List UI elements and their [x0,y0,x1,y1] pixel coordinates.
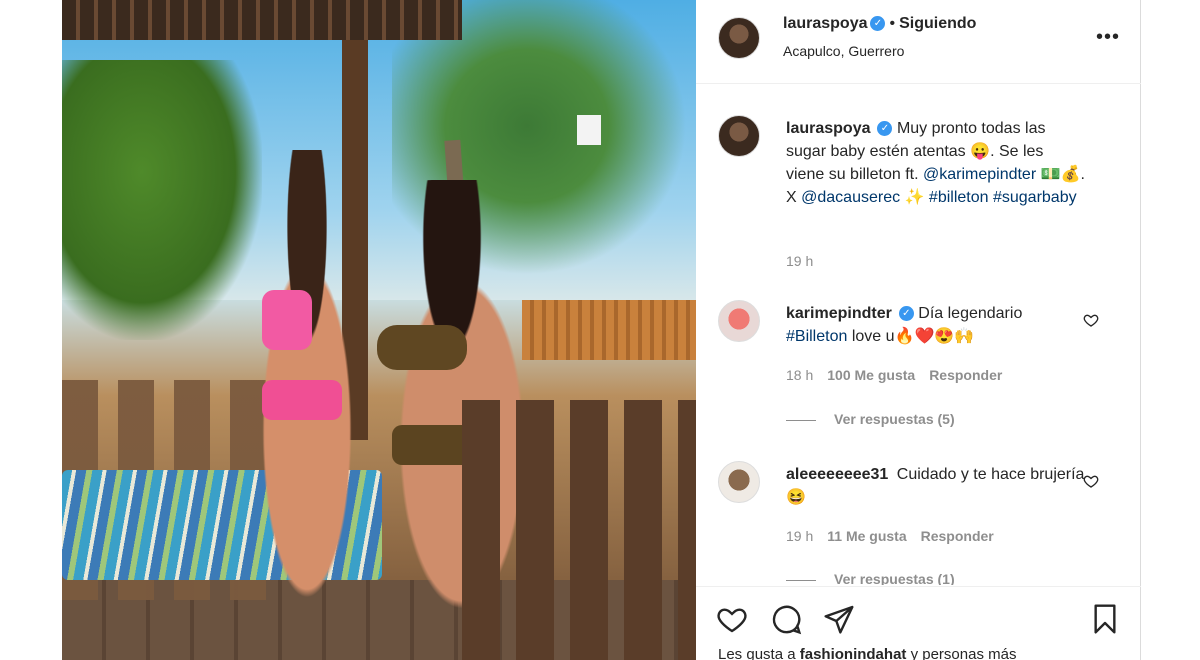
likes-summary[interactable]: Les gusta a fashionindahat y personas má… [718,646,1016,660]
verified-badge-icon: ✓ [877,121,893,137]
hashtag-link[interactable]: #sugarbaby [993,189,1077,206]
likes-prefix: Les gusta a [718,646,796,660]
comment-meta: 18 h 100 Me gusta Responder [786,367,1016,383]
more-options-icon[interactable]: ••• [1096,26,1120,49]
post-header: lauraspoya ✓ • Siguiendo Acapulco, Guerrero… [696,0,1141,84]
caption-text: lauraspoya ✓ Muy pronto todas las sugar b… [786,117,1086,209]
comment-body-2: love u [851,328,895,345]
comment-time[interactable]: 19 h [786,528,813,544]
comment-emoji: 🔥❤️😍🙌 [894,328,975,345]
hashtag-link[interactable]: #Billeton [786,328,847,345]
heart-icon[interactable] [716,603,750,637]
hashtag-link[interactable]: #billeton [929,189,989,206]
reply-button[interactable]: Responder [929,367,1002,383]
photo-pink-top [262,290,312,350]
commenter-avatar[interactable] [718,300,760,342]
comment-likes[interactable]: 100 Me gusta [827,367,915,383]
view-replies-button[interactable]: Ver respuestas (5) [786,411,955,427]
caption-emoji-3: ✨ [904,189,925,206]
comment-time[interactable]: 18 h [786,367,813,383]
photo-flag [577,115,601,145]
verified-badge-icon: ✓ [870,16,886,32]
mention-link[interactable]: @karimepindter [923,166,1036,183]
caption-emoji-2: 💵💰 [1040,166,1081,183]
replies-line [786,579,816,581]
comment-emoji: 😆 [786,489,806,506]
caption-avatar[interactable] [718,115,760,157]
author-avatar[interactable] [718,17,760,59]
caption-emoji-1: 😛 [970,143,991,160]
caption-time[interactable]: 19 h [786,253,813,269]
likes-user[interactable]: fashionindahat [800,646,907,660]
view-replies-label: Ver respuestas (5) [834,411,955,427]
post-photo[interactable] [62,0,696,660]
mention-link[interactable]: @dacauserec [801,189,900,206]
comments-section[interactable]: lauraspoya ✓ Muy pronto todas las sugar b… [696,85,1141,585]
comment-meta: 19 h 11 Me gusta Responder [786,528,1008,544]
likes-suffix: y personas más [910,646,1017,660]
comment-body: Cuidado y te hace brujería [896,466,1085,483]
author-username[interactable]: lauraspoya [783,15,867,32]
bookmark-icon[interactable] [1089,603,1123,637]
share-icon[interactable] [823,603,857,637]
view-replies-button[interactable]: Ver respuestas (1) [786,571,955,585]
caption-meta: 19 h [786,253,827,269]
replies-line [786,419,816,421]
following-button[interactable]: Siguiendo [899,15,976,32]
photo-brown-top [377,325,467,370]
commenter-username[interactable]: aleeeeeeee31 [786,466,888,483]
comment-like-heart-icon[interactable] [1083,473,1099,489]
reply-button[interactable]: Responder [921,528,994,544]
photo-fence-right [462,400,696,660]
post-side-panel: lauraspoya ✓ • Siguiendo Acapulco, Guerrero… [696,0,1141,660]
comment-like-heart-icon[interactable] [1083,312,1099,328]
photo-roof [62,0,462,40]
caption-username[interactable]: lauraspoya [786,120,870,137]
comment-icon[interactable] [770,603,804,637]
photo-pink-bottom [262,380,342,420]
commenter-username[interactable]: karimepindter [786,305,892,322]
post-author-line: lauraspoya ✓ • Siguiendo [783,15,976,33]
separator-dot: • [889,15,896,32]
comment-likes[interactable]: 11 Me gusta [827,528,906,544]
post-location[interactable]: Acapulco, Guerrero [783,43,904,59]
commenter-avatar[interactable] [718,461,760,503]
verified-badge-icon: ✓ [898,306,914,322]
comment-text: aleeeeeeee31 Cuidado y te hace brujería … [786,463,1086,509]
comment-text: karimepindter ✓ Día legendario #Billeton … [786,302,1086,348]
comment-body: Día legendario [918,305,1023,322]
view-replies-label: Ver respuestas (1) [834,571,955,585]
